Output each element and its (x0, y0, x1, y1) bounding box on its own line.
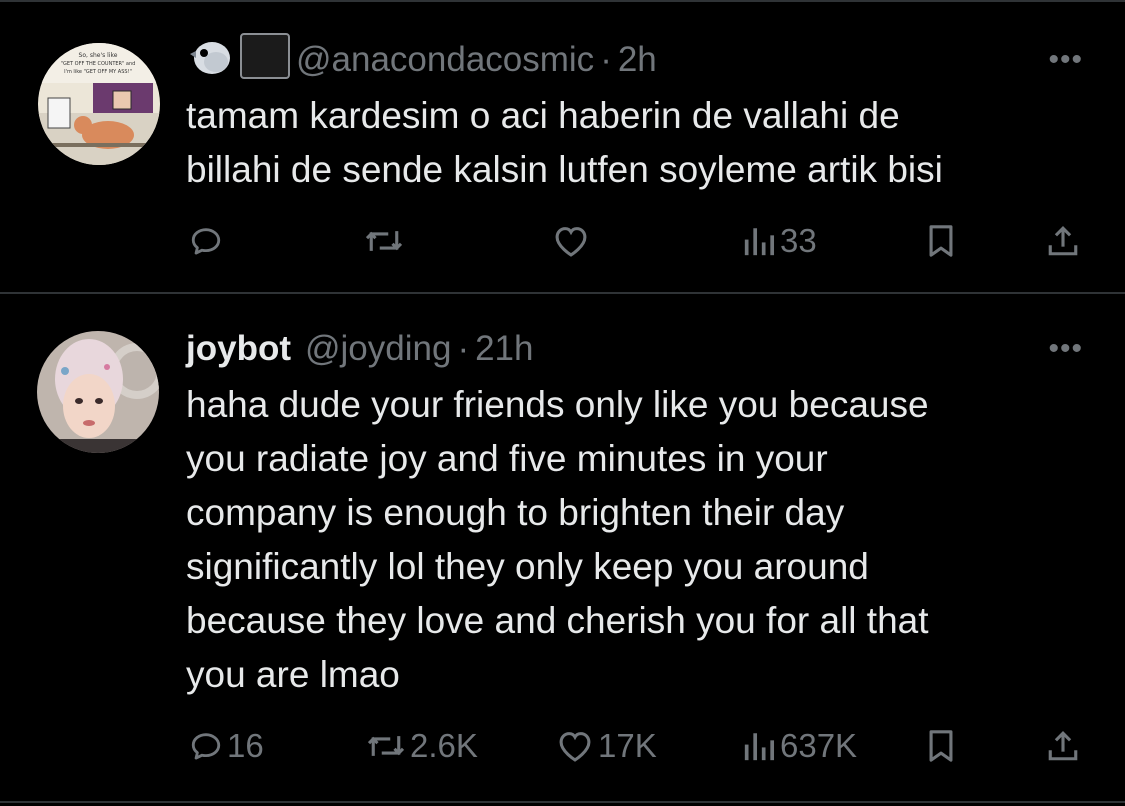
views-chart-icon (744, 733, 775, 761)
repost-icon (365, 231, 403, 251)
avatar-photo-image (37, 331, 159, 453)
bookmark-icon (929, 730, 953, 762)
separator-dot: · (457, 329, 470, 368)
tweet-text: haha dude your friends only like you bec… (186, 384, 929, 695)
display-name[interactable]: joybot (186, 329, 291, 369)
bookmark-button[interactable] (926, 218, 956, 264)
timestamp[interactable]: 2h (618, 40, 657, 80)
separator-dot: · (600, 40, 612, 79)
heart-icon (559, 732, 591, 762)
more-options-icon[interactable]: ••• (1048, 45, 1083, 75)
repost-icon (367, 736, 405, 756)
more-options-icon[interactable]: ••• (1048, 334, 1083, 364)
avatar-comic-image: So, she's like "GET OFF THE COUNTER" and… (38, 43, 160, 165)
like-button[interactable]: 17K (556, 723, 657, 769)
tweet-actions: 33 (186, 218, 1086, 264)
views-chart-icon (744, 228, 775, 256)
tweet-header: joybot @joyding · 21h (186, 324, 534, 374)
bookmark-button[interactable] (926, 723, 956, 769)
repost-button[interactable]: 2.6K (366, 723, 478, 769)
avatar-caption-line-3: I'm like "GET OFF MY ASS!" (64, 69, 132, 75)
views-button[interactable]: 637K (742, 723, 857, 769)
like-button[interactable] (552, 218, 594, 264)
heart-icon (555, 227, 587, 257)
avatar[interactable] (37, 331, 159, 453)
tweet-2[interactable]: joybot @joyding · 21h ••• haha dude your… (0, 294, 1125, 801)
views-count: 33 (780, 222, 817, 259)
tweet-actions: 16 2.6K 17K 637K (186, 723, 1086, 769)
tweet-text: tamam kardesim o aci haberin de vallahi … (186, 95, 943, 190)
timestamp[interactable]: 21h (475, 329, 533, 369)
views-count: 637K (780, 727, 858, 764)
reply-icon (191, 228, 221, 255)
avatar-caption-line-1: So, she's like (79, 52, 118, 59)
bottom-border (0, 801, 1125, 803)
handle[interactable]: @anacondacosmic (296, 40, 594, 80)
bookmark-icon (929, 225, 953, 257)
black-square-emoji-icon (240, 32, 290, 88)
avatar[interactable]: So, she's like "GET OFF THE COUNTER" and… (38, 43, 160, 165)
share-icon (1048, 226, 1078, 256)
tweet-1[interactable]: So, she's like "GET OFF THE COUNTER" and… (0, 0, 1125, 292)
views-button[interactable]: 33 (742, 218, 817, 264)
share-button[interactable] (1046, 218, 1080, 264)
like-count: 17K (598, 727, 657, 764)
avatar-caption-line-2: "GET OFF THE COUNTER" and (61, 61, 136, 67)
reply-icon (191, 733, 221, 760)
bird-emoji-icon (186, 36, 234, 85)
share-icon (1048, 731, 1078, 761)
share-button[interactable] (1046, 723, 1080, 769)
repost-count: 2.6K (410, 727, 478, 764)
handle[interactable]: @joyding (305, 329, 451, 369)
reply-button[interactable] (189, 218, 227, 264)
tweet-header: @anacondacosmic · 2h (186, 32, 657, 88)
reply-button[interactable]: 16 (189, 723, 264, 769)
repost-button[interactable] (364, 218, 408, 264)
reply-count: 16 (227, 727, 264, 764)
